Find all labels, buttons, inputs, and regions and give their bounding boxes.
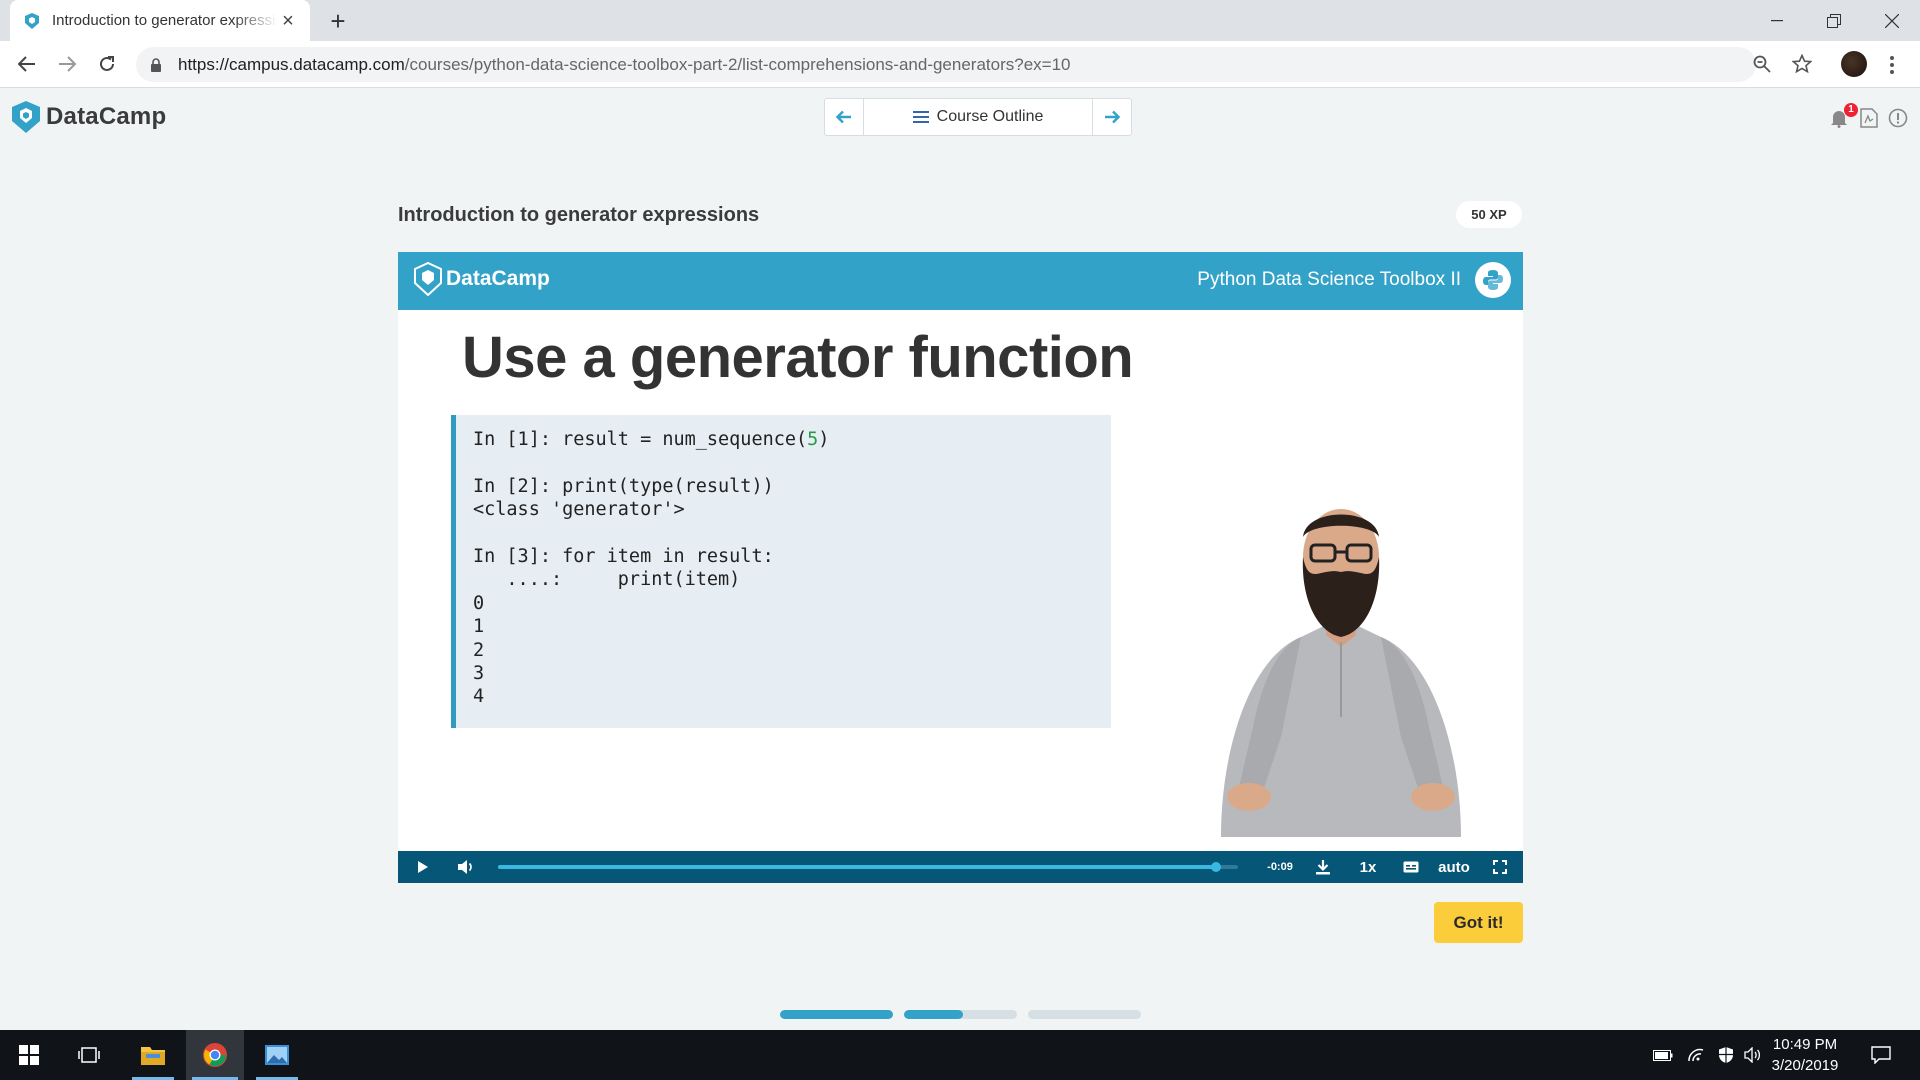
got-it-button[interactable]: Got it!: [1434, 902, 1523, 943]
course-outline-label: Course Outline: [936, 108, 1044, 125]
back-icon[interactable]: [13, 50, 41, 78]
browser-menu-icon[interactable]: [1882, 52, 1902, 78]
photos-app-icon[interactable]: [250, 1030, 304, 1080]
arrow-right-icon: [1105, 110, 1120, 124]
captions-icon: [1403, 861, 1419, 873]
fullscreen-icon: [1493, 860, 1507, 874]
presenter-image: [1221, 509, 1461, 837]
file-explorer-icon[interactable]: [126, 1030, 180, 1080]
download-button[interactable]: [1308, 851, 1338, 883]
xp-badge: 50 XP: [1456, 201, 1522, 228]
code-line: 1: [473, 616, 485, 638]
zoom-icon[interactable]: [1749, 51, 1775, 77]
volume-button[interactable]: [451, 851, 481, 883]
datacamp-favicon-icon: [24, 12, 40, 29]
download-icon: [1316, 860, 1330, 875]
close-tab-icon[interactable]: ×: [278, 11, 298, 31]
browser-tab-strip: Introduction to generator expressions × …: [0, 0, 1920, 41]
video-course-name: Python Data Science Toolbox II: [1197, 269, 1461, 290]
captions-button[interactable]: [1396, 851, 1426, 883]
slide-title: Use a generator function: [462, 325, 1134, 390]
windows-taskbar: 10:49 PM 3/20/2019: [0, 1030, 1920, 1080]
datacamp-logo[interactable]: DataCamp: [12, 101, 166, 133]
code-line: In [3]: for item in result:: [473, 545, 774, 567]
playback-speed-button[interactable]: 1x: [1351, 851, 1385, 883]
reload-icon[interactable]: [93, 50, 121, 78]
code-line: <class 'generator'>: [473, 499, 685, 521]
next-exercise-button[interactable]: [1093, 99, 1131, 135]
code-line: 3: [473, 662, 485, 684]
datacamp-logo-icon: [414, 262, 442, 296]
video-datacamp-logo: DataCamp: [414, 262, 550, 296]
python-logo-icon: [1475, 262, 1511, 298]
exercise-progress-segment[interactable]: [780, 1010, 893, 1019]
previous-exercise-button[interactable]: [825, 99, 863, 135]
forward-icon[interactable]: [53, 50, 81, 78]
code-line: 0: [473, 592, 485, 614]
minimize-icon[interactable]: [1749, 0, 1805, 41]
chrome-taskbar-icon[interactable]: [186, 1030, 244, 1080]
time-remaining: -0:09: [1267, 861, 1293, 873]
logo-text: DataCamp: [46, 103, 167, 130]
restore-icon[interactable]: [1806, 0, 1862, 41]
wifi-icon[interactable]: [1683, 1030, 1709, 1080]
code-line: ....: print(item): [473, 569, 741, 591]
security-shield-icon[interactable]: [1713, 1030, 1739, 1080]
clock-time: 10:49 PM: [1772, 1036, 1838, 1053]
course-outline-button[interactable]: Course Outline: [863, 99, 1093, 135]
video-slide-header: DataCamp Python Data Science Toolbox II: [398, 252, 1523, 310]
new-tab-icon[interactable]: +: [324, 8, 352, 36]
video-controls: -0:09 1x auto: [398, 851, 1523, 883]
browser-toolbar: https://campus.datacamp.com/courses/pyth…: [0, 41, 1920, 88]
system-clock[interactable]: 10:49 PM 3/20/2019: [1760, 1034, 1850, 1076]
battery-icon[interactable]: [1650, 1030, 1676, 1080]
code-block: In [1]: result = num_sequence(5) In [2]:…: [451, 415, 1111, 728]
code-line: 2: [473, 639, 485, 661]
bookmark-star-icon[interactable]: [1789, 51, 1815, 77]
video-progress-slider[interactable]: [498, 862, 1238, 872]
profile-avatar[interactable]: [1841, 51, 1867, 77]
video-progress-handle[interactable]: [1210, 862, 1221, 872]
quality-button[interactable]: auto: [1433, 851, 1475, 883]
pdf-slides-icon[interactable]: [1858, 107, 1880, 129]
clock-date: 3/20/2019: [1771, 1057, 1839, 1074]
play-icon: [418, 861, 428, 873]
code-line: In [1]: result = num_sequence(5): [473, 429, 830, 450]
menu-icon: [912, 111, 929, 123]
play-button[interactable]: [408, 851, 438, 883]
course-outline-nav: Course Outline: [824, 98, 1132, 136]
video-player[interactable]: DataCamp Python Data Science Toolbox II …: [398, 252, 1523, 883]
arrow-left-icon: [836, 110, 851, 124]
tab-title: Introduction to generator expressions: [52, 12, 278, 29]
video-progress-fill: [498, 865, 1216, 869]
windows-start-icon[interactable]: [0, 1030, 58, 1080]
close-window-icon[interactable]: [1864, 0, 1920, 41]
url-text: https://campus.datacamp.com/courses/pyth…: [178, 54, 1071, 74]
volume-icon: [458, 860, 472, 874]
datacamp-logo-icon: [12, 101, 40, 133]
code-line: In [2]: print(type(result)): [473, 475, 774, 497]
report-issue-icon[interactable]: [1887, 107, 1909, 129]
exercise-progress-segment[interactable]: [904, 1010, 1017, 1019]
task-view-icon[interactable]: [62, 1030, 116, 1080]
fullscreen-button[interactable]: [1485, 851, 1515, 883]
app-header: DataCamp Course Outline: [0, 89, 1920, 145]
lock-icon: [150, 57, 164, 72]
notification-badge: 1: [1844, 103, 1858, 117]
video-logo-text: DataCamp: [446, 267, 550, 290]
url-bar[interactable]: https://campus.datacamp.com/courses/pyth…: [136, 47, 1756, 82]
exercise-progress-segment[interactable]: [1028, 1010, 1141, 1019]
exercise-title: Introduction to generator expressions: [398, 204, 760, 226]
browser-tab[interactable]: Introduction to generator expressions ×: [10, 0, 310, 41]
code-line: 4: [473, 686, 485, 708]
action-center-icon[interactable]: [1866, 1030, 1896, 1080]
